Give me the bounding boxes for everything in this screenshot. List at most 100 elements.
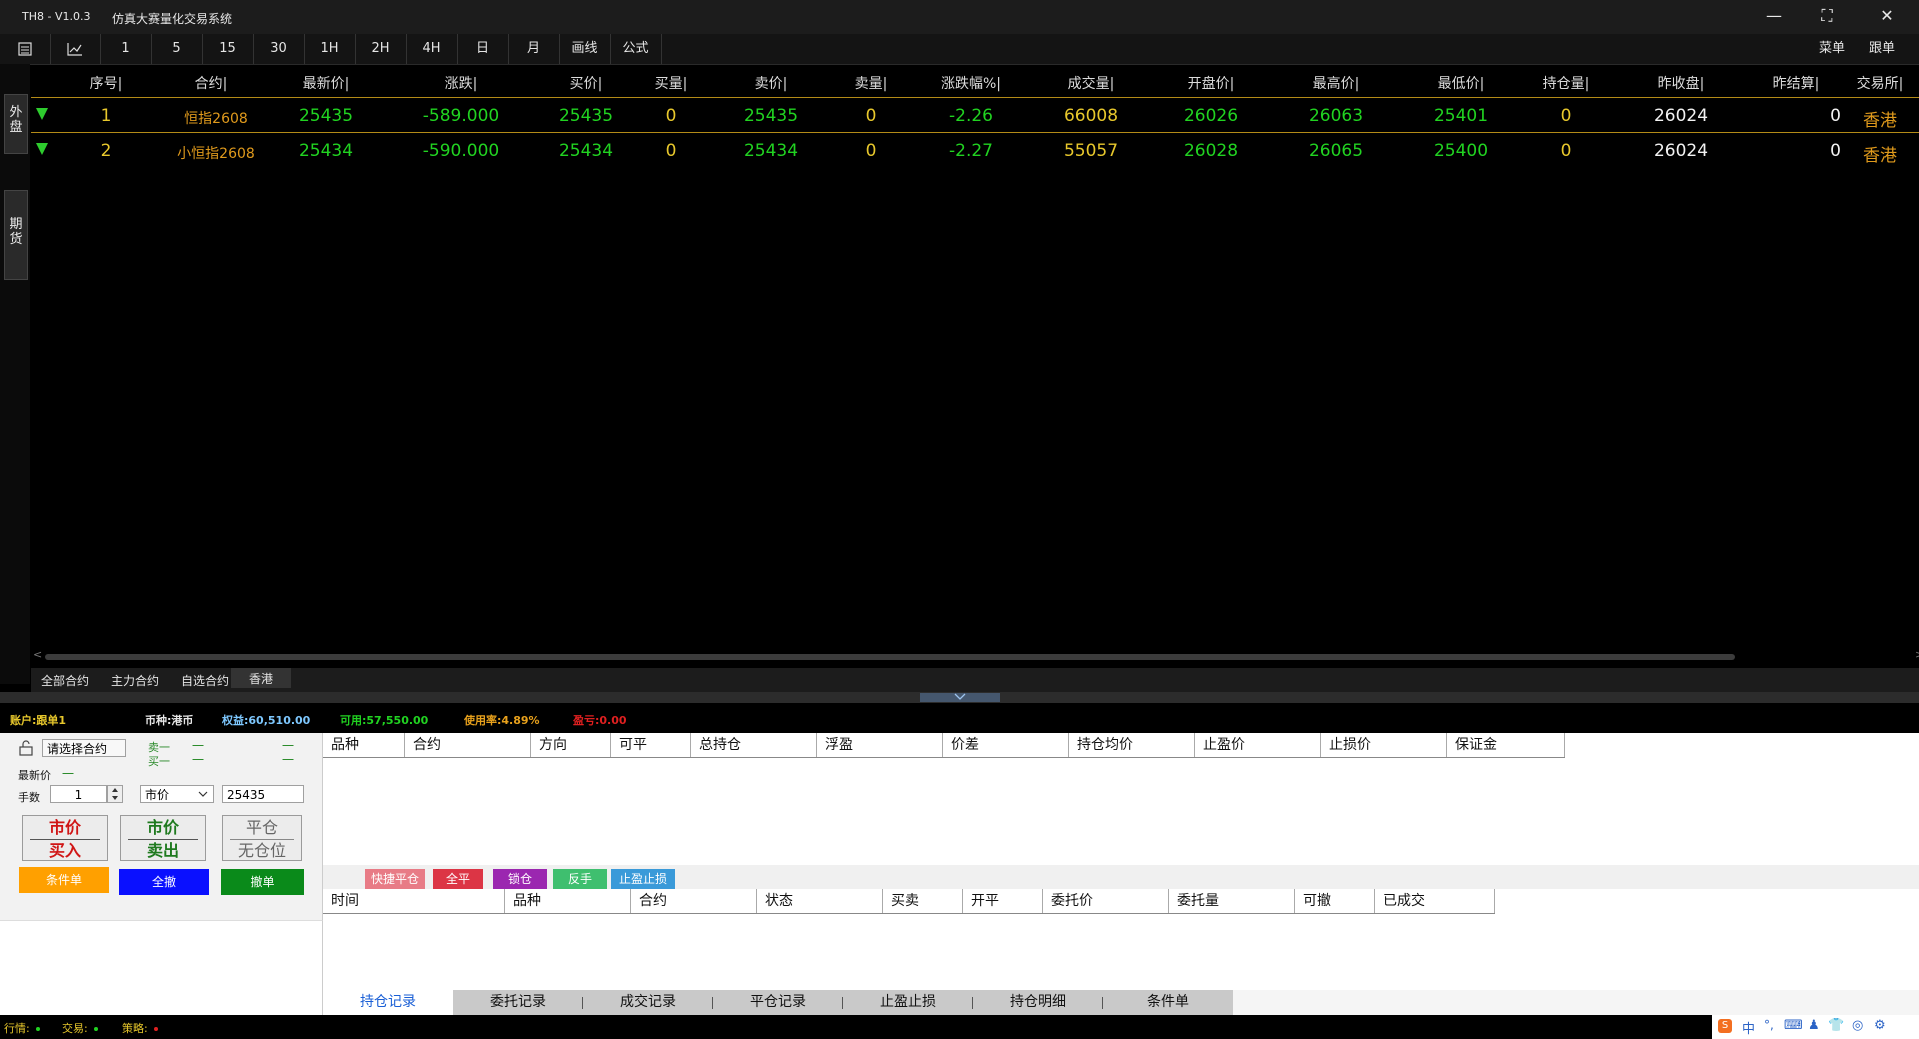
col-header-oi[interactable]: 持仓量| (1521, 73, 1611, 93)
tp-sl-button[interactable]: 止盈止损 (611, 869, 675, 889)
ord-col-offset[interactable]: 开平 (963, 889, 1043, 913)
quick-close-button[interactable]: 快捷平仓 (365, 869, 425, 889)
tab-orders[interactable]: 委托记录 (453, 990, 583, 1015)
col-header-last[interactable]: 最新价| (271, 73, 381, 93)
tab-trades[interactable]: 成交记录 (583, 990, 713, 1015)
maximize-button[interactable]: ⛶ (1812, 6, 1842, 26)
chart-button[interactable] (50, 34, 101, 64)
collapse-handle[interactable] (920, 693, 1000, 702)
col-header-open[interactable]: 开盘价| (1151, 73, 1271, 93)
side-tab-futures[interactable]: 期货 (4, 190, 28, 280)
formula-button[interactable]: 公式 (610, 34, 662, 64)
ord-col-status[interactable]: 状态 (757, 889, 883, 913)
period-2h[interactable]: 2H (355, 34, 407, 64)
period-month[interactable]: 月 (508, 34, 560, 64)
pos-col-direction[interactable]: 方向 (531, 733, 611, 757)
horizontal-scrollbar[interactable]: < > (33, 648, 1919, 661)
pos-col-avg-price[interactable]: 持仓均价 (1069, 733, 1195, 757)
lock-position-button[interactable]: 锁仓 (493, 869, 547, 889)
price-type-select[interactable]: 市价 (140, 785, 214, 803)
col-header-ask-vol[interactable]: 卖量| (831, 73, 911, 93)
col-header-change[interactable]: 涨跌| (381, 73, 541, 93)
period-30m[interactable]: 30 (253, 34, 305, 64)
ime-lang-icon[interactable]: 中 (1742, 1018, 1755, 1037)
scrollbar-thumb[interactable] (45, 654, 1735, 660)
sogou-icon[interactable]: S (1718, 1019, 1732, 1033)
reverse-button[interactable]: 反手 (553, 869, 607, 889)
draw-line-button[interactable]: 画线 (559, 34, 611, 64)
close-position-button[interactable]: 平仓 无仓位 (222, 815, 302, 861)
period-day[interactable]: 日 (457, 34, 509, 64)
scroll-right-icon[interactable]: > (1915, 648, 1919, 661)
tab-closed[interactable]: 平仓记录 (713, 990, 843, 1015)
tab-all-contracts[interactable]: 全部合约 (41, 672, 89, 689)
toolbox-icon[interactable]: ◎ (1852, 1018, 1863, 1033)
pos-col-stop-loss[interactable]: 止损价 (1321, 733, 1447, 757)
tab-position-detail[interactable]: 持仓明细 (973, 990, 1103, 1015)
period-5m[interactable]: 5 (151, 34, 203, 64)
period-4h[interactable]: 4H (406, 34, 458, 64)
price-input[interactable]: 25435 (222, 785, 304, 803)
ord-col-price[interactable]: 委托价 (1043, 889, 1169, 913)
quote-row[interactable]: 1 恒指2608 25435 -589.000 25435 0 25435 0 … (31, 98, 1919, 133)
lock-icon[interactable] (19, 740, 33, 756)
keyboard-icon[interactable]: ⌨ (1784, 1018, 1803, 1033)
ord-col-side[interactable]: 买卖 (883, 889, 963, 913)
col-header-volume[interactable]: 成交量| (1031, 73, 1151, 93)
tab-main-contracts[interactable]: 主力合约 (111, 672, 159, 689)
quote-list-button[interactable] (0, 34, 51, 64)
cancel-all-button[interactable]: 全撤 (119, 869, 209, 895)
minimize-button[interactable]: — (1759, 6, 1789, 25)
close-button[interactable]: ✕ (1872, 6, 1902, 25)
market-buy-button[interactable]: 市价 买入 (22, 815, 108, 861)
ord-col-time[interactable]: 时间 (323, 889, 505, 913)
ord-col-filled[interactable]: 已成交 (1375, 889, 1495, 913)
col-header-prev-settle[interactable]: 昨结算| (1751, 73, 1841, 93)
col-header-index[interactable]: 序号| (71, 73, 141, 93)
ime-punct-icon[interactable]: °, (1764, 1018, 1774, 1032)
close-all-button[interactable]: 全平 (433, 869, 483, 889)
ord-col-contract[interactable]: 合约 (631, 889, 757, 913)
period-1m[interactable]: 1 (100, 34, 152, 64)
contract-select[interactable]: 请选择合约 (42, 739, 126, 757)
menu-button[interactable]: 菜单 (1819, 34, 1845, 64)
conditional-order-button[interactable]: 条件单 (19, 867, 109, 893)
user-icon[interactable]: ♟ (1808, 1018, 1820, 1033)
ord-col-qty[interactable]: 委托量 (1169, 889, 1295, 913)
pos-col-spread[interactable]: 价差 (943, 733, 1069, 757)
pos-col-contract[interactable]: 合约 (405, 733, 531, 757)
tab-conditional[interactable]: 条件单 (1103, 990, 1233, 1015)
col-header-prev-close[interactable]: 昨收盘| (1611, 73, 1751, 93)
tab-hongkong[interactable]: 香港 (231, 668, 291, 688)
follow-order-button[interactable]: 跟单 (1869, 34, 1895, 64)
lots-input[interactable]: 1 (50, 785, 107, 803)
quote-row[interactable]: 2 小恒指2608 25434 -590.000 25434 0 25434 0… (31, 133, 1919, 167)
market-sell-button[interactable]: 市价 卖出 (120, 815, 206, 861)
col-header-low[interactable]: 最低价| (1401, 73, 1521, 93)
col-header-bid[interactable]: 买价| (541, 73, 631, 93)
pos-col-closable[interactable]: 可平 (611, 733, 691, 757)
col-header-change-pct[interactable]: 涨跌幅%| (911, 73, 1031, 93)
pos-col-total[interactable]: 总持仓 (691, 733, 817, 757)
col-header-exchange[interactable]: 交易所| (1841, 73, 1919, 93)
col-header-ask[interactable]: 卖价| (711, 73, 831, 93)
tab-tp-sl[interactable]: 止盈止损 (843, 990, 973, 1015)
pos-col-take-profit[interactable]: 止盈价 (1195, 733, 1321, 757)
ord-col-cancellable[interactable]: 可撤 (1295, 889, 1375, 913)
side-tab-foreign[interactable]: 外盘 (4, 94, 28, 154)
period-15m[interactable]: 15 (202, 34, 254, 64)
col-header-high[interactable]: 最高价| (1271, 73, 1401, 93)
period-1h[interactable]: 1H (304, 34, 356, 64)
skin-icon[interactable]: 👕 (1828, 1018, 1844, 1033)
pos-col-margin[interactable]: 保证金 (1447, 733, 1565, 757)
pos-col-variety[interactable]: 品种 (323, 733, 405, 757)
ord-col-variety[interactable]: 品种 (505, 889, 631, 913)
tab-positions[interactable]: 持仓记录 (323, 990, 453, 1015)
col-header-contract[interactable]: 合约| (151, 73, 271, 93)
settings-gear-icon[interactable]: ⚙ (1874, 1018, 1886, 1033)
panel-splitter[interactable] (0, 692, 1919, 703)
col-header-bid-vol[interactable]: 买量| (631, 73, 711, 93)
lots-stepper[interactable] (107, 785, 123, 803)
cancel-order-button[interactable]: 撤单 (221, 869, 304, 895)
scroll-left-icon[interactable]: < (33, 648, 42, 661)
